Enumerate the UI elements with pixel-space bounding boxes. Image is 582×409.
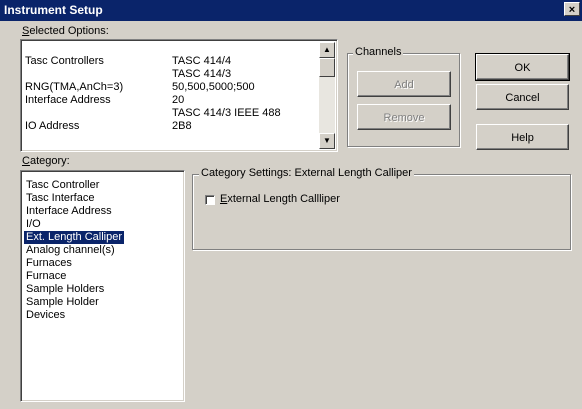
title-bar: Instrument Setup × — [0, 0, 582, 21]
category-item[interactable]: Sample Holder — [24, 296, 101, 309]
remove-button[interactable]: Remove — [357, 104, 451, 130]
selected-options-label: Selected Options: — [22, 25, 109, 37]
window-title: Instrument Setup — [4, 3, 103, 17]
scroll-thumb[interactable] — [319, 58, 335, 77]
category-item[interactable]: Furnaces — [24, 257, 74, 270]
selected-options-list[interactable]: Tasc Controllers TASC 414/4 TASC 414/3 R… — [20, 39, 338, 152]
category-label: Category: — [22, 155, 70, 167]
category-item[interactable]: I/O — [24, 218, 43, 231]
options-scrollbar[interactable]: ▲ ▼ — [319, 42, 335, 149]
cancel-button[interactable]: Cancel — [476, 84, 569, 110]
category-settings-group — [192, 174, 571, 250]
option-value: 2B8 — [172, 120, 192, 132]
category-item[interactable]: Tasc Controller — [24, 179, 101, 192]
option-value: TASC 414/4 — [172, 55, 232, 67]
channels-group — [347, 53, 460, 147]
category-item[interactable]: Sample Holders — [24, 283, 106, 296]
category-list[interactable]: Tasc Controller Tasc Interface Interface… — [20, 170, 185, 402]
channels-legend: Channels — [353, 46, 404, 58]
category-item[interactable]: Analog channel(s) — [24, 244, 117, 257]
option-value: TASC 414/3 IEEE 488 — [172, 107, 281, 119]
close-icon[interactable]: × — [564, 2, 580, 16]
option-key: IO Address — [25, 120, 80, 132]
option-value: 50,500,5000;500 — [172, 81, 255, 93]
option-key: Tasc Controllers — [25, 55, 104, 67]
category-settings-legend: Category Settings: External Length Calli… — [199, 167, 414, 179]
add-button[interactable]: Add — [357, 71, 451, 97]
option-value: 20 — [172, 94, 185, 106]
option-key: RNG(TMA,AnCh=3) — [25, 81, 124, 93]
ok-button[interactable]: OK — [475, 53, 570, 81]
scroll-up-icon[interactable]: ▲ — [319, 42, 335, 58]
external-length-calliper-checkbox[interactable] — [205, 195, 215, 205]
category-item-selected[interactable]: Ext. Length Calliper — [24, 231, 124, 244]
category-item[interactable]: Interface Address — [24, 205, 114, 218]
category-item[interactable]: Tasc Interface — [24, 192, 96, 205]
help-button[interactable]: Help — [476, 124, 569, 150]
category-item[interactable]: Devices — [24, 309, 67, 322]
option-value: TASC 414/3 — [172, 68, 232, 80]
category-item[interactable]: Furnace — [24, 270, 68, 283]
external-length-calliper-label[interactable]: External Length Callliper — [220, 193, 340, 205]
option-key: Interface Address — [25, 94, 111, 106]
scroll-down-icon[interactable]: ▼ — [319, 133, 335, 149]
